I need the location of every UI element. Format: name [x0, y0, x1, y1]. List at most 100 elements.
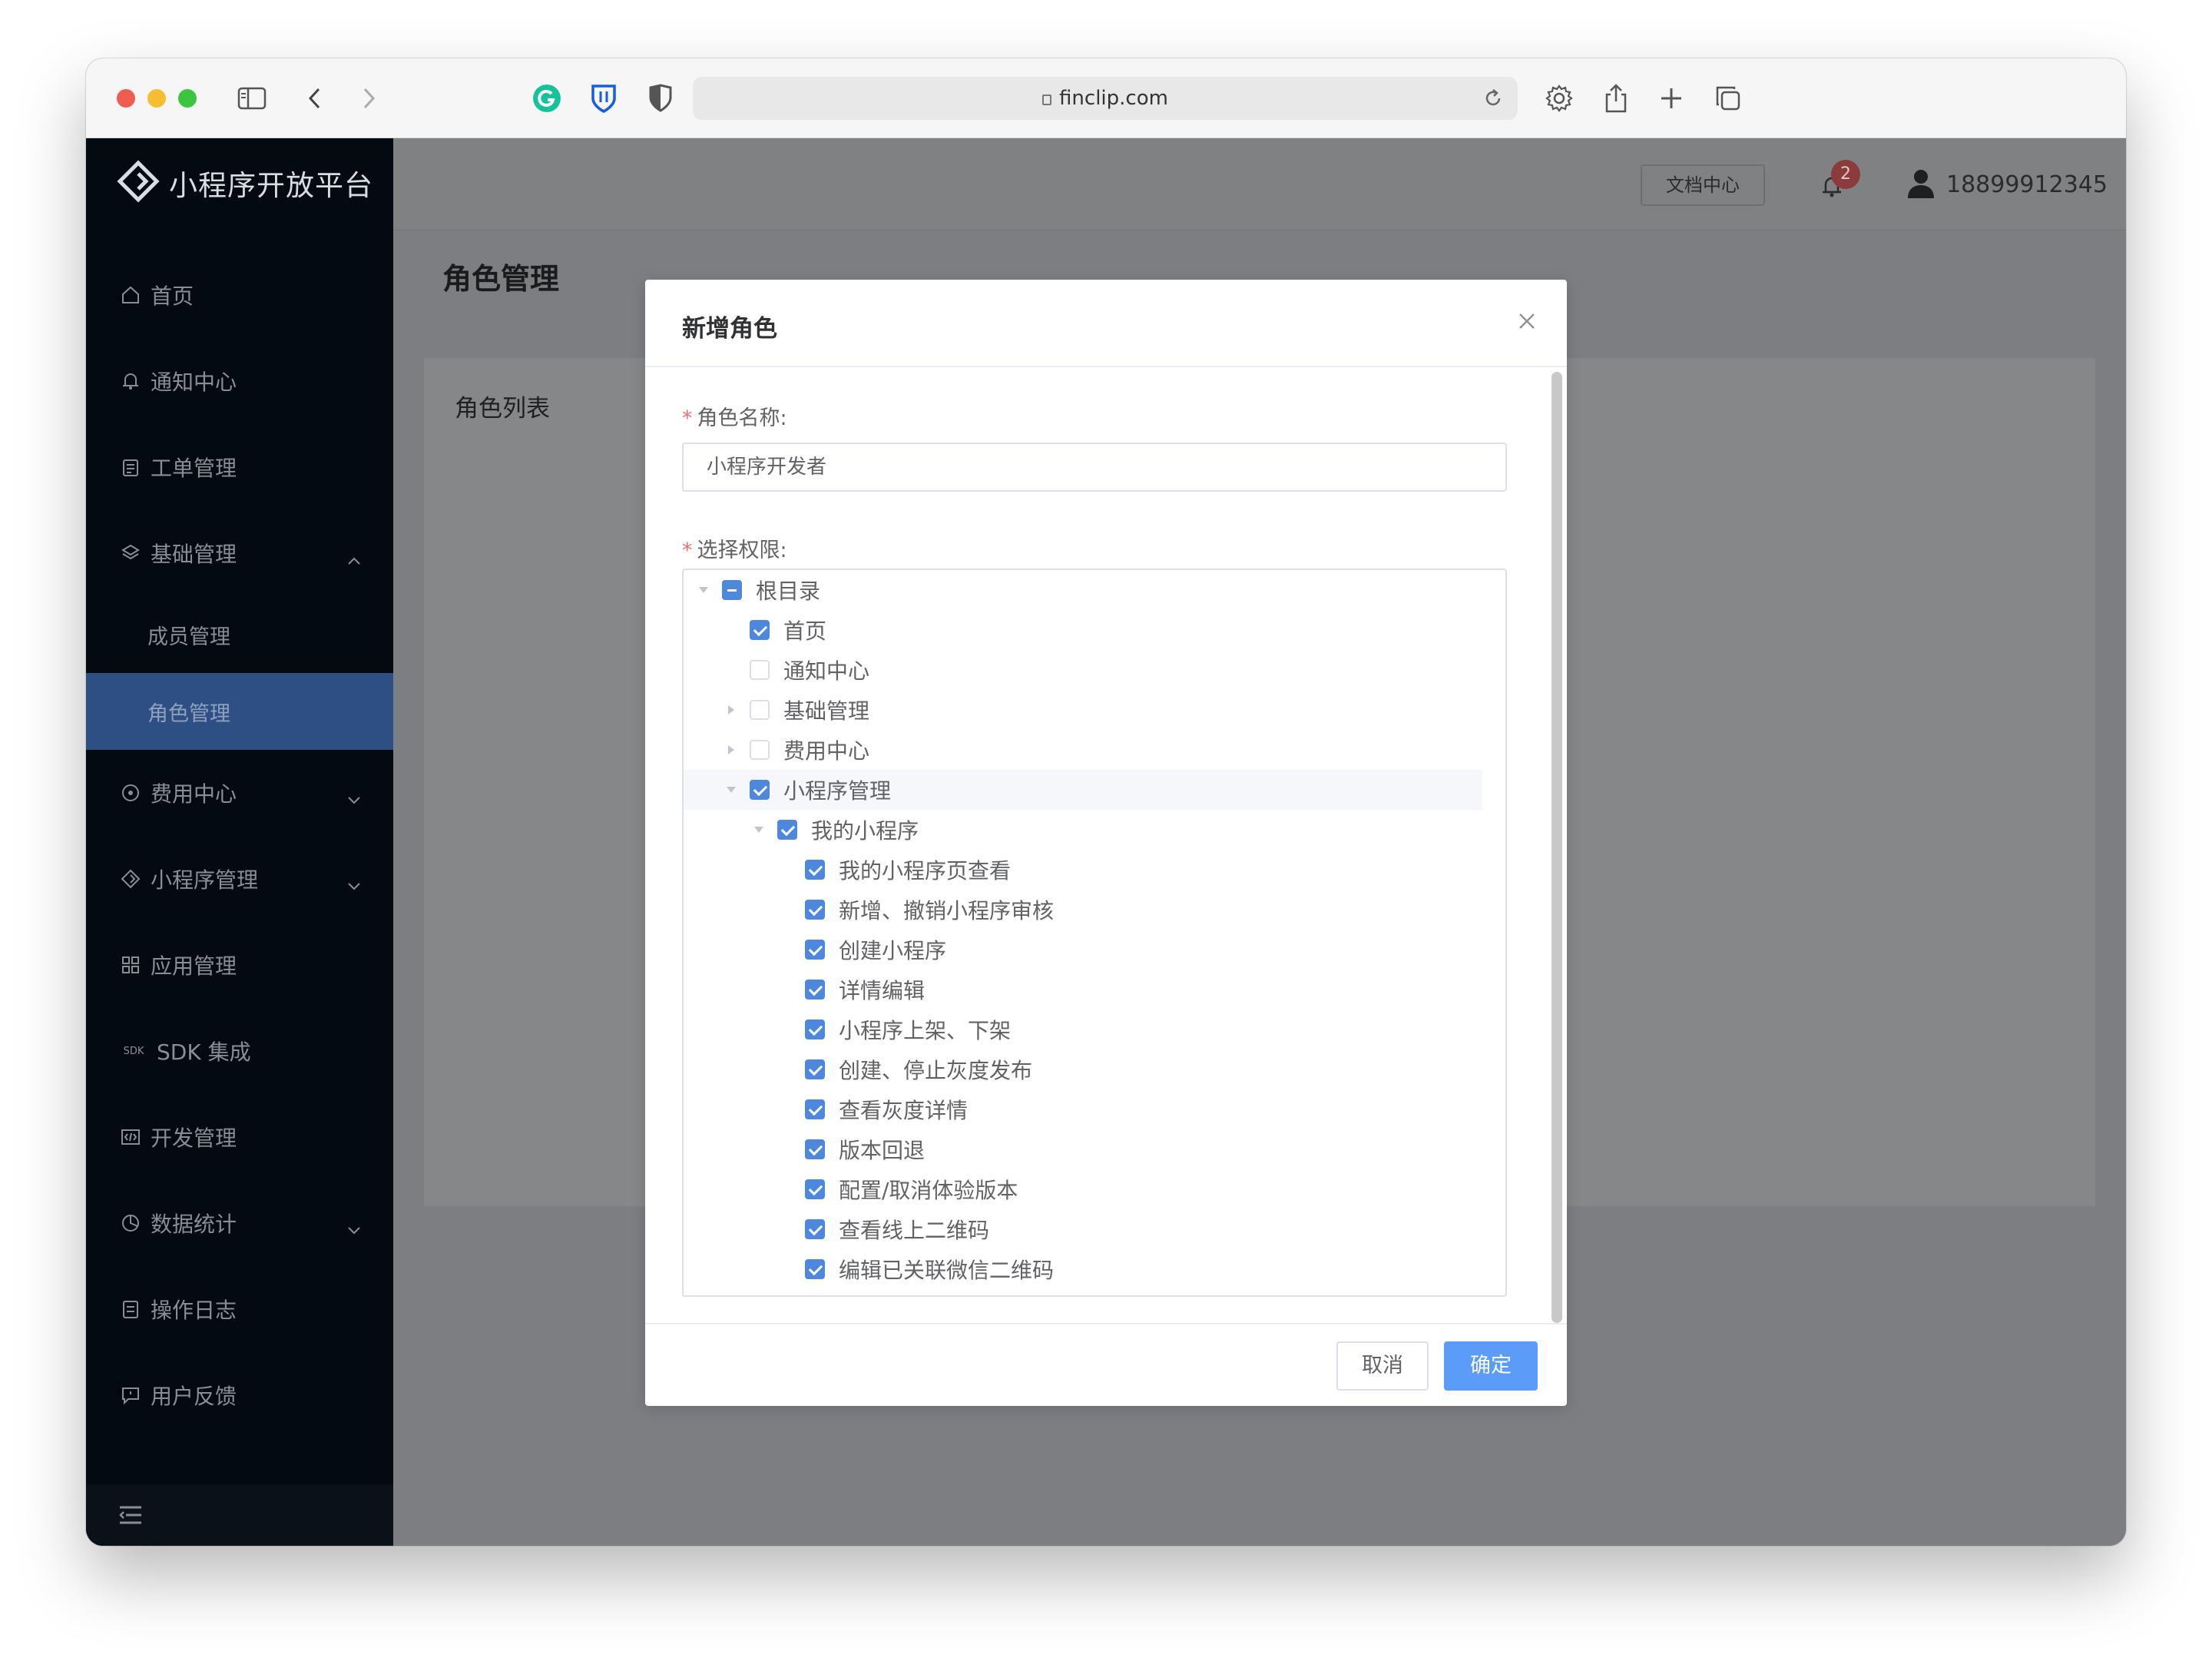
- sidebar-item-label: 成员管理: [147, 625, 230, 649]
- tree-checkbox[interactable]: [805, 1179, 825, 1199]
- close-window-button[interactable]: [117, 89, 135, 108]
- tree-checkbox[interactable]: [805, 1139, 825, 1159]
- tree-node-leaf[interactable]: 查看线上二维码: [684, 1209, 1482, 1249]
- dialog-scrollbar[interactable]: [1551, 372, 1562, 1323]
- user-phone: 18899912345: [1946, 171, 2108, 198]
- tree-node-leaf[interactable]: 详情编辑: [684, 970, 1482, 1010]
- tree-checkbox[interactable]: [805, 980, 825, 1000]
- dialog-title: 新增角色: [682, 315, 777, 343]
- bitwarden-extension-icon[interactable]: [587, 81, 621, 115]
- grammarly-extension-icon[interactable]: [530, 81, 564, 115]
- sidebar-item-label: 费用中心: [151, 781, 237, 807]
- tree-node-label: 编辑已关联微信二维码: [839, 1258, 1055, 1283]
- tree-node-basic-management[interactable]: 基础管理: [684, 690, 1482, 730]
- docs-center-button[interactable]: 文档中心: [1641, 164, 1765, 206]
- notification-badge: 2: [1831, 160, 1860, 189]
- tree-checkbox[interactable]: [722, 580, 742, 600]
- sidebar-item-roles[interactable]: 角色管理: [86, 673, 393, 750]
- tree-node-leaf[interactable]: 创建小程序: [684, 930, 1482, 970]
- chevron-up-icon: [347, 545, 361, 571]
- tree-node-label: 通知中心: [783, 658, 870, 684]
- tree-node-label: 创建小程序: [839, 938, 947, 963]
- forward-icon[interactable]: [352, 81, 386, 115]
- tree-checkbox[interactable]: [750, 660, 770, 680]
- user-menu[interactable]: 18899912345: [1906, 167, 2108, 201]
- tree-node-leaf[interactable]: 新增、撤销小程序审核: [684, 890, 1482, 930]
- sidebar-item-statistics[interactable]: 数据统计: [86, 1185, 393, 1261]
- sidebar-item-home[interactable]: 首页: [86, 257, 393, 333]
- app-logo[interactable]: 小程序开放平台: [117, 160, 373, 206]
- tree-checkbox[interactable]: [777, 820, 797, 840]
- tree-checkbox[interactable]: [805, 900, 825, 920]
- sidebar-item-sdk[interactable]: SDK SDK 集成: [86, 1013, 393, 1089]
- reload-icon[interactable]: [1482, 88, 1504, 112]
- share-icon[interactable]: [1599, 81, 1633, 115]
- tree-node-leaf[interactable]: 我的小程序页查看: [684, 850, 1482, 890]
- tree-node-label: 查看线上二维码: [839, 1218, 990, 1243]
- tree-node-label: 版本回退: [839, 1138, 926, 1163]
- tree-checkbox[interactable]: [805, 1019, 825, 1039]
- caret-down-icon[interactable]: [753, 824, 765, 836]
- diamond-icon: [120, 868, 141, 890]
- new-tab-icon[interactable]: [1654, 81, 1688, 115]
- sidebar-toggle-icon[interactable]: [235, 81, 269, 115]
- sidebar-item-members[interactable]: 成员管理: [86, 596, 393, 673]
- top-header: 文档中心 2 18899912345: [393, 138, 2126, 230]
- sidebar-item-label: 用户反馈: [151, 1384, 237, 1409]
- tree-checkbox[interactable]: [805, 1099, 825, 1119]
- tree-node-leaf[interactable]: 版本回退: [684, 1129, 1482, 1169]
- sidebar-item-feedback[interactable]: 用户反馈: [86, 1357, 393, 1434]
- cancel-button[interactable]: 取消: [1336, 1341, 1429, 1391]
- caret-right-icon[interactable]: [725, 744, 737, 756]
- zoom-window-button[interactable]: [178, 89, 197, 108]
- sidebar-item-label: 角色管理: [147, 701, 230, 726]
- tree-checkbox[interactable]: [805, 860, 825, 880]
- caret-down-icon[interactable]: [725, 784, 737, 796]
- tree-checkbox[interactable]: [750, 620, 770, 640]
- tree-node-leaf[interactable]: 小程序上架、下架: [684, 1010, 1482, 1049]
- tree-node-notifications[interactable]: 通知中心: [684, 650, 1482, 690]
- minimize-window-button[interactable]: [147, 89, 166, 108]
- tree-checkbox[interactable]: [805, 1219, 825, 1239]
- role-name-input[interactable]: 小程序开发者: [682, 443, 1507, 492]
- settings-gear-icon[interactable]: [1542, 81, 1576, 115]
- tree-node-label: 详情编辑: [839, 978, 926, 1003]
- confirm-button[interactable]: 确定: [1444, 1341, 1538, 1391]
- dialog-footer: 取消 确定: [645, 1323, 1567, 1406]
- close-icon[interactable]: [1518, 312, 1536, 333]
- sidebar-item-miniprogram-management[interactable]: 小程序管理: [86, 840, 393, 917]
- tree-checkbox[interactable]: [805, 1259, 825, 1279]
- tree-node-leaf[interactable]: 编辑已关联微信二维码: [684, 1249, 1482, 1289]
- caret-down-icon[interactable]: [697, 584, 710, 596]
- tree-node-billing[interactable]: 费用中心: [684, 730, 1482, 770]
- tree-node-home[interactable]: 首页: [684, 610, 1482, 650]
- tree-node-label: 根目录: [756, 579, 821, 604]
- sidebar-item-notifications[interactable]: 通知中心: [86, 343, 393, 419]
- caret-right-icon[interactable]: [725, 704, 737, 716]
- add-role-dialog: 新增角色 * 角色名称: 小程序开发者 * 选择权限: 根目录 首页 通知中心 …: [645, 280, 1567, 1406]
- back-icon[interactable]: [298, 81, 332, 115]
- tree-checkbox[interactable]: [750, 740, 770, 760]
- tree-node-leaf[interactable]: 配置/取消体验版本: [684, 1169, 1482, 1209]
- tree-node-leaf[interactable]: 查看灰度详情: [684, 1089, 1482, 1129]
- sidebar-item-basic-management[interactable]: 基础管理: [86, 515, 393, 592]
- sidebar-item-operation-log[interactable]: 操作日志: [86, 1271, 393, 1348]
- tree-node-my-miniprograms[interactable]: 我的小程序: [684, 810, 1482, 850]
- sidebar-item-billing[interactable]: 费用中心: [86, 754, 393, 831]
- chevron-down-icon: [347, 1215, 361, 1241]
- collapse-menu-icon[interactable]: [118, 1504, 143, 1529]
- sidebar-item-tickets[interactable]: 工单管理: [86, 429, 393, 506]
- tree-checkbox[interactable]: [750, 700, 770, 720]
- tree-node-leaf[interactable]: 创建、停止灰度发布: [684, 1049, 1482, 1089]
- tree-node-miniprogram-management[interactable]: 小程序管理: [684, 770, 1482, 810]
- sidebar-item-label: 基础管理: [151, 542, 237, 567]
- tree-checkbox[interactable]: [805, 1059, 825, 1079]
- tab-overview-icon[interactable]: [1711, 81, 1745, 115]
- tree-node-root[interactable]: 根目录: [684, 570, 1482, 610]
- address-bar[interactable]: finclip.com: [693, 77, 1518, 120]
- sidebar-item-apps[interactable]: 应用管理: [86, 927, 393, 1003]
- privacy-shield-icon[interactable]: [644, 81, 677, 115]
- tree-checkbox[interactable]: [805, 940, 825, 960]
- sidebar-item-development[interactable]: 开发管理: [86, 1099, 393, 1175]
- tree-checkbox[interactable]: [750, 780, 770, 800]
